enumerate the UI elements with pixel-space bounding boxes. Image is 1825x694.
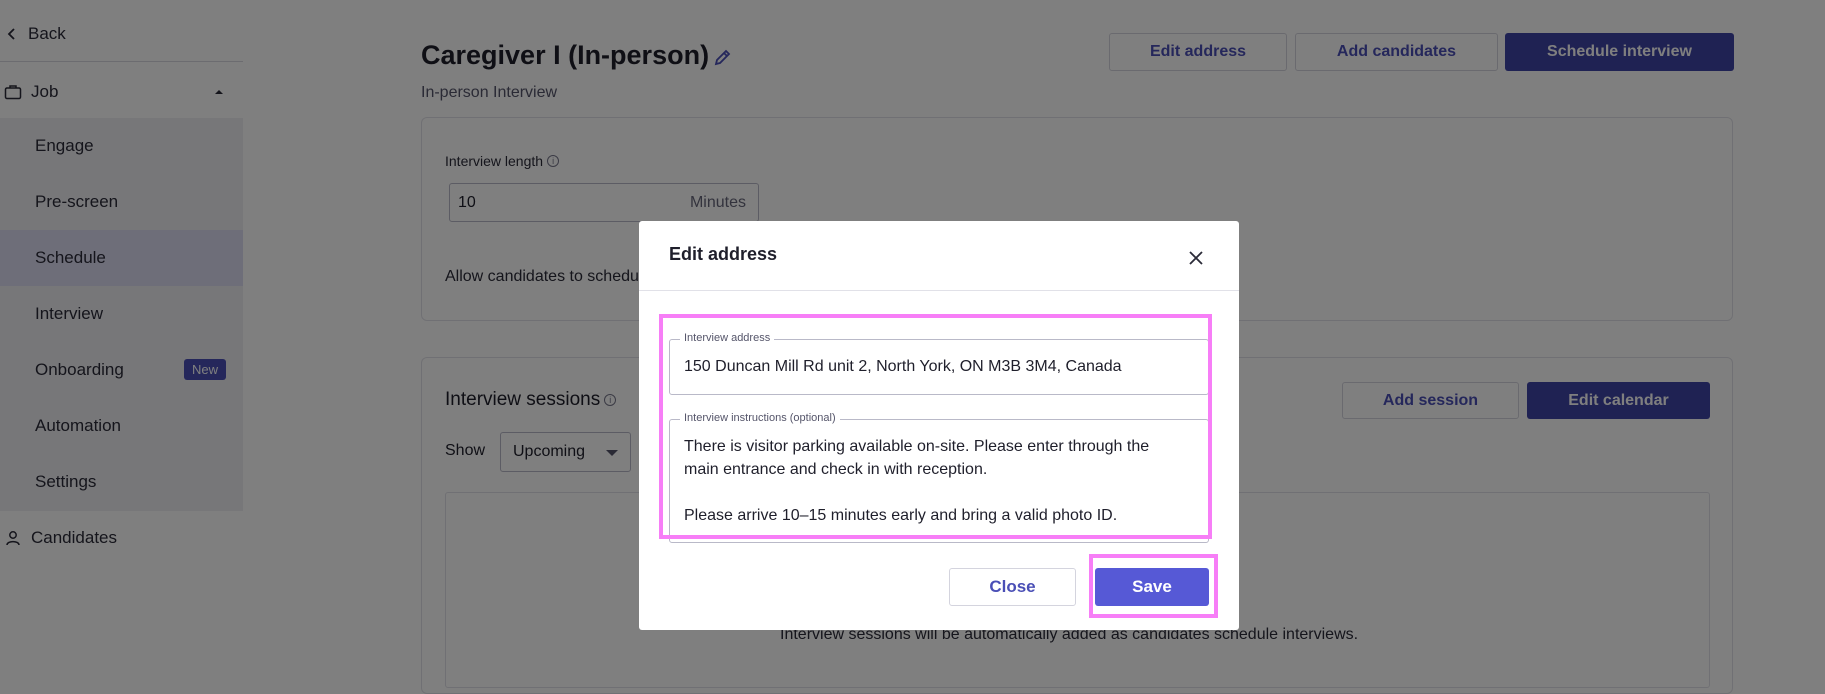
save-button[interactable]: Save [1095,568,1209,606]
interview-address-field[interactable]: Interview address 150 Duncan Mill Rd uni… [669,332,1209,395]
interview-instructions-field[interactable]: Interview instructions (optional) There … [669,412,1209,543]
interview-instructions-legend: Interview instructions (optional) [680,412,840,424]
interview-instructions-value: There is visitor parking available on-si… [684,435,1149,527]
modal-title: Edit address [669,244,778,264]
close-button[interactable]: Close [949,568,1076,606]
close-icon[interactable] [1184,246,1208,270]
edit-address-modal: Edit address Interview address 150 Dunca… [639,221,1239,630]
instructions-line: Please arrive 10–15 minutes early and br… [684,507,1118,524]
instructions-line: There is visitor parking available on-si… [684,438,1150,455]
interview-address-value: 150 Duncan Mill Rd unit 2, North York, O… [684,358,1122,375]
instructions-blank-line [684,481,1149,504]
instructions-line: main entrance and check in with receptio… [684,461,988,478]
interview-address-legend: Interview address [680,332,775,344]
modal-divider [639,290,1239,291]
